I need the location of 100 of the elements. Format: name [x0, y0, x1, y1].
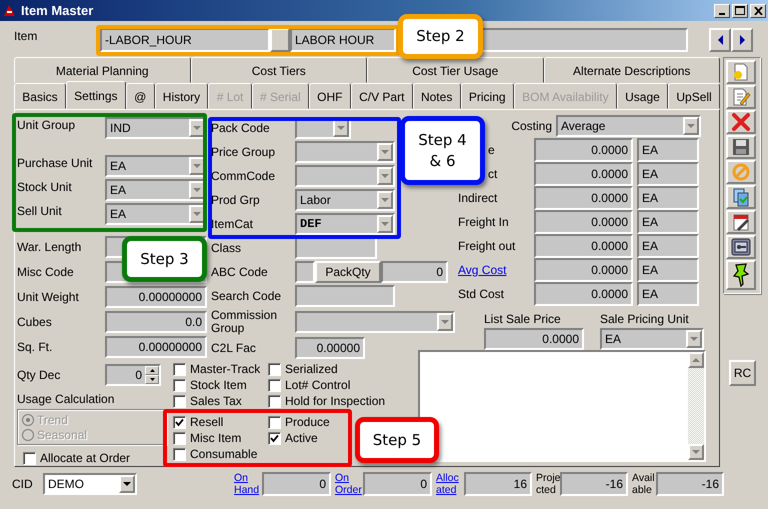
stock-link[interactable]: On Order — [335, 472, 361, 496]
caret-icon — [337, 125, 345, 131]
toolbar-button[interactable] — [726, 235, 756, 259]
checkbox[interactable] — [268, 394, 281, 408]
avg-cost-link[interactable]: Avg Cost — [458, 261, 534, 279]
input-field[interactable]: -16 — [560, 472, 628, 496]
step-tooltip: Step 4 & 6 — [400, 116, 485, 185]
close-button[interactable] — [750, 4, 766, 18]
minimize-button[interactable] — [714, 4, 730, 18]
input-field[interactable]: 0.0000 — [534, 186, 633, 210]
field-label: List Sale Price — [484, 311, 562, 328]
previous-button[interactable] — [709, 28, 731, 52]
input-field[interactable]: 0.00000 — [295, 337, 365, 359]
field-label: Unit Weight — [17, 288, 80, 306]
input-field[interactable]: LABOR HOUR — [290, 28, 396, 52]
input-field[interactable]: 0.0000 — [534, 258, 633, 282]
tab[interactable]: Usage — [616, 83, 668, 109]
checkbox[interactable] — [268, 378, 281, 392]
tab[interactable]: History — [154, 83, 208, 109]
dropdown-field[interactable]: DEF — [295, 213, 395, 235]
input-field[interactable]: 0.0000 — [534, 210, 633, 234]
tab[interactable]: Alternate Descriptions — [544, 57, 720, 83]
checkbox[interactable] — [173, 432, 186, 444]
checkbox[interactable] — [23, 452, 36, 464]
stock-link[interactable]: On Hand — [234, 472, 260, 496]
scroll-down-button[interactable] — [688, 444, 704, 460]
maximize-icon — [735, 6, 745, 15]
maximize-button[interactable] — [732, 4, 748, 18]
memo-field[interactable] — [418, 350, 706, 462]
dropdown-field[interactable] — [295, 311, 455, 333]
input-field[interactable]: 0 — [262, 472, 331, 496]
field-label: Sq. Ft. — [17, 338, 54, 356]
stock-link[interactable]: Alloc ated — [436, 472, 462, 496]
input-field[interactable] — [295, 237, 377, 259]
tab[interactable]: Material Planning — [14, 57, 190, 83]
input-field[interactable]: 0.00000000 — [105, 286, 207, 308]
checkbox[interactable] — [268, 416, 281, 428]
scroll-up-button[interactable] — [688, 352, 704, 368]
dropdown-field[interactable]: Average — [556, 115, 701, 137]
checkbox[interactable] — [173, 394, 186, 408]
tab[interactable]: Settings — [66, 81, 126, 109]
input-field[interactable]: EA — [637, 258, 699, 282]
tab[interactable]: Basics — [14, 83, 66, 109]
spin-up-button[interactable] — [145, 366, 159, 375]
input-field[interactable]: EA — [637, 162, 699, 186]
tab[interactable]: OHF — [308, 83, 351, 109]
checkbox[interactable] — [268, 432, 281, 444]
input-field[interactable]: EA — [637, 210, 699, 234]
next-button[interactable] — [731, 28, 753, 52]
scrollbar[interactable] — [688, 352, 704, 460]
app-icon — [2, 3, 17, 18]
dropdown-button[interactable] — [119, 475, 135, 493]
input-field[interactable]: EA — [637, 282, 699, 306]
checkbox[interactable] — [173, 416, 186, 428]
input-field[interactable] — [295, 285, 395, 307]
dropdown-field[interactable]: DEMO — [43, 473, 137, 495]
input-field[interactable]: 0.00000000 — [105, 336, 207, 358]
tab[interactable]: Cost Tiers — [190, 57, 367, 83]
input-field[interactable]: 0.0000 — [484, 328, 584, 350]
tab[interactable]: @ — [126, 83, 155, 109]
tab[interactable]: Notes — [412, 83, 461, 109]
tab[interactable]: C/V Part — [350, 83, 413, 109]
toolbar-button[interactable] — [726, 260, 756, 290]
toolbar-button[interactable] — [726, 135, 756, 159]
tab[interactable]: Pricing — [460, 83, 514, 109]
input-field[interactable]: 0 — [363, 472, 432, 496]
input-field[interactable]: 0.0000 — [534, 162, 633, 186]
input-field[interactable]: EA — [637, 234, 699, 258]
input-field[interactable]: 0 — [381, 261, 448, 283]
input-field[interactable]: EA — [637, 186, 699, 210]
dropdown-field[interactable]: EA — [600, 328, 704, 350]
dropdown-field[interactable] — [295, 141, 395, 163]
tab[interactable]: UpSell — [668, 83, 720, 109]
minimize-icon — [719, 12, 725, 14]
checkbox-label: Hold for Inspection — [285, 393, 386, 410]
input-field[interactable]: -16 — [656, 472, 724, 496]
field-label: Item — [14, 28, 38, 45]
input-field[interactable]: 16 — [464, 472, 532, 496]
spin-down-button[interactable] — [145, 375, 159, 384]
blank-button[interactable] — [270, 28, 290, 52]
dropdown-field[interactable] — [295, 165, 395, 187]
spin-field[interactable]: 0 — [105, 364, 161, 386]
dropdown-field[interactable]: Labor — [295, 189, 395, 211]
input-field[interactable]: 0.0000 — [534, 138, 633, 162]
tab[interactable]: Cost Tier Usage — [367, 57, 544, 83]
checkbox[interactable] — [173, 448, 186, 460]
input-field[interactable]: EA — [637, 138, 699, 162]
input-field[interactable] — [295, 261, 315, 283]
toolbar-button[interactable] — [726, 185, 756, 209]
checkbox[interactable] — [173, 378, 186, 392]
packqty-button[interactable]: PackQty — [315, 261, 381, 283]
checkbox[interactable] — [173, 362, 186, 376]
field-label: CID — [12, 476, 34, 493]
toolbar-button[interactable] — [726, 210, 756, 234]
input-field[interactable]: 0.0 — [105, 310, 207, 332]
rc-button[interactable]: RC — [729, 360, 756, 386]
input-field[interactable]: 0.0000 — [534, 234, 633, 258]
checkbox[interactable] — [268, 362, 281, 376]
input-field[interactable]: 0.0000 — [534, 282, 633, 306]
input-field[interactable]: -LABOR_HOUR — [100, 28, 270, 52]
